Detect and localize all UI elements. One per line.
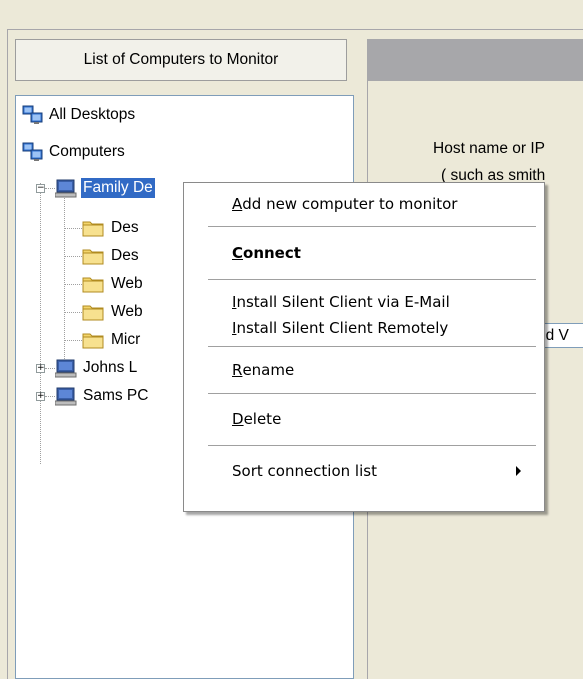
computer-icon: [55, 179, 77, 198]
tree-connector: [64, 228, 82, 229]
menu-item-add-computer[interactable]: Add new computer to monitor: [185, 189, 543, 219]
tree-item-label: Web: [111, 303, 143, 320]
host-name-label: Host name or IP: [433, 140, 545, 157]
tree-item-folder[interactable]: Web: [82, 299, 145, 325]
tree-item-label: Johns L: [83, 359, 138, 376]
menu-accel: C: [232, 244, 244, 262]
menu-item-label: ename: [242, 361, 295, 379]
tree-item-johns-laptop[interactable]: Johns L: [55, 355, 139, 381]
computer-icon: [55, 387, 77, 406]
tree-connector: [40, 183, 41, 464]
menu-item-label: onnect: [243, 244, 301, 262]
menu-accel: D: [232, 410, 244, 428]
details-header-bar: [367, 39, 583, 81]
tree-item-folder[interactable]: Des: [82, 243, 141, 269]
tree-connector: [64, 256, 82, 257]
submenu-arrow-icon: [516, 466, 521, 476]
folder-icon: [82, 221, 104, 237]
network-computers-icon: [22, 142, 43, 161]
menu-item-label: dd new computer to monitor: [242, 195, 458, 213]
menu-item-connect[interactable]: Connect: [185, 238, 543, 268]
computer-icon: [55, 359, 77, 378]
menu-item-label: nstall Silent Client via E-Mail: [236, 293, 450, 311]
context-menu: Add new computer to monitor Connect Inst…: [183, 182, 545, 512]
menu-item-label: Sort connection list: [232, 462, 377, 480]
tree-item-folder[interactable]: Web: [82, 271, 145, 297]
tree-connector: [45, 396, 55, 397]
tree-item-label: Web: [111, 275, 143, 292]
tree-item-family-desktop[interactable]: Family De: [55, 175, 155, 201]
menu-item-label: nstall Silent Client Remotely: [236, 319, 449, 337]
tree-item-sams-pc[interactable]: Sams PC: [55, 383, 150, 409]
folder-icon: [82, 249, 104, 265]
tree-item-folder[interactable]: Des: [82, 215, 141, 241]
list-of-computers-header-button[interactable]: List of Computers to Monitor: [15, 39, 347, 81]
tree-item-computers[interactable]: Computers: [22, 139, 127, 165]
tree-connector: [64, 340, 82, 341]
network-computers-icon: [22, 105, 43, 124]
tree-item-label: Computers: [49, 143, 125, 160]
tree-item-label: Des: [111, 247, 139, 264]
expand-toggle-icon[interactable]: +: [36, 364, 45, 373]
menu-separator: [208, 226, 536, 227]
folder-icon: [82, 305, 104, 321]
tree-item-label: Des: [111, 219, 139, 236]
tree-item-label: All Desktops: [49, 106, 136, 123]
folder-icon: [82, 277, 104, 293]
menu-item-install-remotely[interactable]: Install Silent Client Remotely: [185, 313, 543, 343]
menu-item-sort-connection-list[interactable]: Sort connection list: [185, 456, 543, 486]
menu-separator: [208, 445, 536, 446]
application-window: List of Computers to Monitor All Desktop…: [0, 0, 583, 679]
menu-accel: A: [232, 195, 243, 213]
tree-connector: [45, 368, 55, 369]
expand-toggle-icon[interactable]: +: [36, 392, 45, 401]
menu-item-rename[interactable]: Rename: [185, 355, 543, 385]
tree-item-label: Sams PC: [83, 387, 149, 404]
menu-item-label: elete: [243, 410, 282, 428]
collapse-toggle-icon[interactable]: −: [36, 184, 45, 193]
tree-connector: [45, 188, 55, 189]
menu-separator: [208, 346, 536, 347]
menu-separator: [208, 393, 536, 394]
folder-icon: [82, 333, 104, 349]
menu-item-delete[interactable]: Delete: [185, 404, 543, 434]
tree-item-all-desktops[interactable]: All Desktops: [22, 102, 137, 128]
menu-separator: [208, 279, 536, 280]
tree-connector: [64, 312, 82, 313]
menu-accel: R: [232, 361, 243, 379]
tree-connector: [64, 196, 65, 361]
tree-connector: [64, 284, 82, 285]
tree-item-label: Family De: [81, 178, 155, 198]
tree-item-folder[interactable]: Micr: [82, 327, 142, 353]
tree-item-label: Micr: [111, 331, 141, 348]
